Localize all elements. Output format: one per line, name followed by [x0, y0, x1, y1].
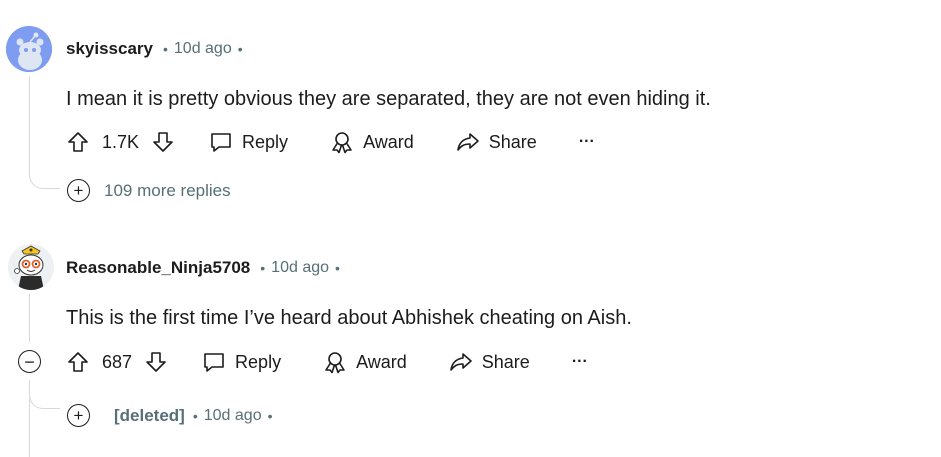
share-button[interactable]: Share — [449, 350, 530, 374]
more-options-icon: ··· — [578, 133, 595, 150]
downvote-arrow-icon — [153, 132, 173, 152]
separator-dot: • — [237, 41, 243, 57]
comment-actions: 1.7K Reply Award Share ··· — [66, 130, 595, 154]
award-button[interactable]: Award — [330, 130, 414, 154]
expand-plus-icon[interactable]: + — [67, 404, 90, 427]
separator-dot: • — [267, 407, 273, 424]
more-options-button[interactable]: ··· — [572, 353, 588, 371]
downvote-button[interactable] — [151, 130, 175, 154]
more-options-button[interactable]: ··· — [579, 133, 595, 151]
thread-line — [29, 294, 30, 342]
timestamp[interactable]: 10d ago — [174, 40, 232, 58]
comment-text: I mean it is pretty obvious they are sep… — [66, 88, 711, 110]
comment-bubble-icon — [211, 133, 231, 152]
more-replies-link[interactable]: + 109 more replies — [67, 179, 231, 202]
downvote-button[interactable] — [144, 350, 168, 374]
award-icon — [325, 352, 345, 374]
award-button[interactable]: Award — [323, 350, 407, 374]
share-button[interactable]: Share — [456, 130, 537, 154]
comment-meta: skyisscary • 10d ago • — [66, 39, 243, 59]
share-label: Share — [481, 351, 530, 372]
share-arrow-icon — [449, 353, 472, 371]
share-arrow-icon — [456, 133, 479, 151]
username[interactable]: skyisscary — [66, 39, 153, 59]
separator-dot: • — [335, 260, 340, 276]
award-icon — [332, 132, 352, 154]
reply-button[interactable]: Reply — [202, 350, 281, 374]
expand-plus-icon[interactable]: + — [67, 179, 90, 202]
upvote-arrow-icon — [68, 132, 88, 152]
avatar[interactable] — [8, 244, 54, 290]
share-label: Share — [488, 131, 537, 152]
separator-dot: • — [162, 41, 168, 57]
upvote-arrow-icon — [68, 352, 88, 372]
upvote-button[interactable] — [66, 130, 90, 154]
deleted-username: [deleted] — [114, 405, 185, 425]
award-label: Award — [363, 131, 414, 152]
snoo-avatar-icon — [8, 244, 54, 290]
vote-count: 1.7K — [102, 131, 140, 152]
comment-bubble-icon — [204, 353, 224, 372]
downvote-arrow-icon — [146, 352, 166, 372]
award-label: Award — [356, 351, 407, 372]
collapse-minus-icon: − — [18, 350, 41, 373]
comment-actions: 687 Reply Award Share ··· — [66, 350, 588, 374]
thread-line — [29, 76, 30, 176]
collapse-thread-button[interactable]: − — [18, 350, 41, 373]
separator-dot: • — [260, 260, 266, 276]
comment-text: This is the first time I’ve heard about … — [66, 307, 632, 329]
timestamp[interactable]: 10d ago — [204, 407, 262, 425]
reply-label: Reply — [242, 131, 289, 152]
upvote-button[interactable] — [66, 350, 90, 374]
reply-label: Reply — [235, 351, 282, 372]
avatar[interactable] — [6, 26, 52, 72]
more-options-icon: ··· — [571, 353, 588, 370]
deleted-reply: + [deleted] • 10d ago • — [67, 404, 273, 427]
comment-meta: Reasonable_Ninja5708 • 10d ago • — [66, 258, 340, 278]
more-replies-label[interactable]: 109 more replies — [104, 181, 231, 201]
timestamp[interactable]: 10d ago — [271, 259, 329, 277]
reply-button[interactable]: Reply — [209, 130, 288, 154]
snoo-avatar-icon — [6, 26, 52, 72]
thread-line — [29, 380, 30, 457]
username[interactable]: Reasonable_Ninja5708 — [66, 258, 250, 278]
vote-count: 687 — [102, 351, 133, 372]
separator-dot: • — [192, 407, 198, 424]
thread-line-curve — [29, 174, 60, 189]
thread-line-curve — [29, 394, 60, 409]
